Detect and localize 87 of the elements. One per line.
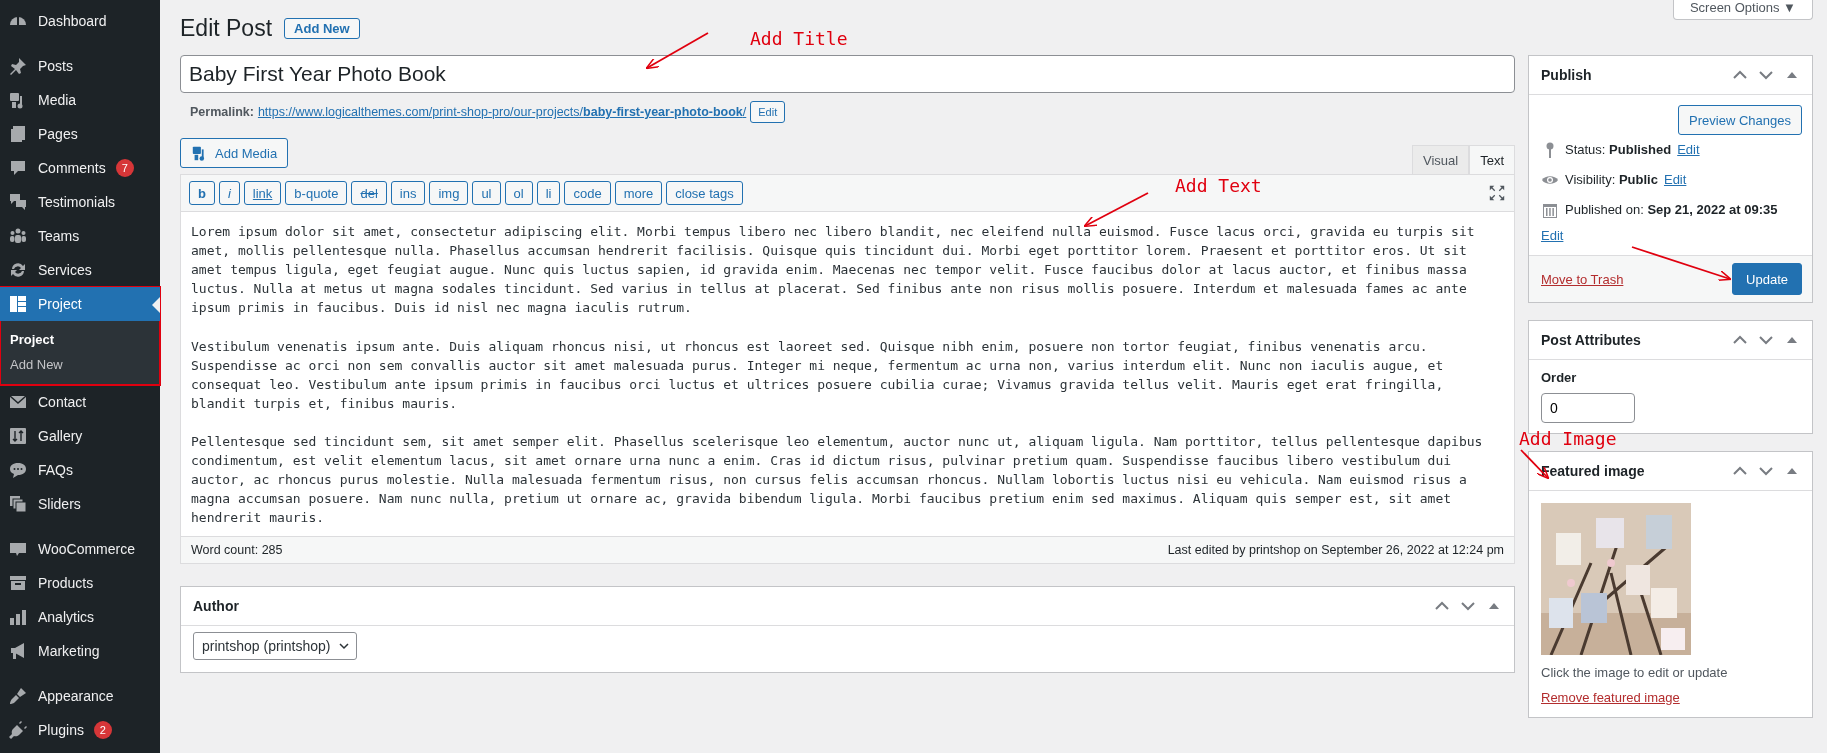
menu-item[interactable]: Dashboard [0,4,160,38]
speech-bubbles-icon [8,192,28,212]
permalink-link[interactable]: https://www.logicalthemes.com/print-shop-pro/our-projects/baby-first-year-photo-book/ [257,105,747,119]
panel-title: Author [193,597,240,614]
quicktag-button[interactable]: link [243,181,282,205]
submenu-item[interactable]: Add New [0,352,160,377]
panel-title: Publish [1541,67,1593,83]
edit-link[interactable]: Edit [1541,226,1564,246]
quicktag-button[interactable]: del [351,181,387,205]
word-count: Word count: 285 [191,542,283,557]
publish-info: Visibility: Public [1565,171,1658,189]
box-icon [8,573,28,593]
refresh-icon [8,260,28,280]
permalink-label: Permalink: [190,105,254,119]
people-icon [8,226,28,246]
chat-bubble-icon [8,460,28,480]
quicktag-button[interactable]: i [218,181,240,205]
menu-item[interactable]: Project [0,287,160,321]
brush-icon [8,686,28,706]
grid-icon [8,294,28,314]
title-field[interactable]: Baby First Year Photo Book [180,55,1515,93]
bar-chart-icon [8,607,28,627]
edit-permalink-button[interactable]: Edit [750,101,786,123]
menu-item[interactable]: Testimonials [0,185,160,219]
calendar-icon [1541,201,1559,219]
gallery-icon [8,426,28,446]
speech-bubble-icon [8,158,28,178]
pages-icon [8,124,28,144]
author-select[interactable]: printshop (printshop) [193,631,358,660]
menu-item[interactable]: Contact [0,385,160,419]
quicktag-button[interactable]: img [429,181,469,205]
plug-icon [8,720,28,740]
edit-link[interactable]: Edit [1677,140,1700,160]
move-to-trash-link[interactable]: Move to Trash [1541,271,1624,287]
quicktag-button[interactable]: ul [472,181,501,205]
menu-item[interactable]: Posts [0,49,160,83]
quicktag-button[interactable]: ins [390,181,426,205]
quicktag-button[interactable]: li [536,181,561,205]
annotation-label: Add Title [750,28,848,49]
annotation-label: Add Image [1519,428,1617,449]
menu-item[interactable]: Plugins 2 [0,713,160,747]
menu-item[interactable]: Comments 7 [0,151,160,185]
menu-item[interactable]: Products [0,566,160,600]
count-badge: 2 [93,721,112,739]
update-button[interactable]: Update [1732,263,1802,295]
quicktag-button[interactable]: b-quote [285,181,348,205]
annotation-arrow [1083,192,1149,228]
publish-info: Published on: Sep 21, 2022 at 09:35 [1565,201,1778,219]
menu-item[interactable]: Services [0,253,160,287]
menu-item[interactable]: Pages [0,117,160,151]
order-field[interactable]: 0 [1541,393,1635,423]
preview-changes-button[interactable]: Preview Changes [1678,105,1802,135]
quicktag-button[interactable]: close tags [666,181,743,205]
last-edited-text: Last edited by printshop on September 26, 2022 at 12:24 pm [1167,542,1504,557]
add-new-button[interactable]: Add New [284,17,360,39]
submenu-item[interactable]: Project [0,327,160,352]
editor-tab[interactable]: Visual [1411,145,1470,174]
count-badge: 7 [115,159,134,177]
menu-item[interactable]: WooCommerce [0,532,160,566]
menu-item[interactable]: Marketing [0,634,160,668]
screen-options-button[interactable]: Screen Options ▼ [1672,0,1813,20]
slides-icon [8,494,28,514]
add-media-button[interactable]: Add Media [180,138,289,168]
menu-item[interactable]: Appearance [0,679,160,713]
menu-item[interactable]: Media [0,83,160,117]
edit-link[interactable]: Edit [1663,170,1687,190]
page-title: Edit Post [180,14,273,42]
menu-item[interactable]: Gallery [0,419,160,453]
quicktag-button[interactable]: b [189,181,215,205]
editor-tab[interactable]: Text [1469,145,1515,174]
quicktag-button[interactable]: ol [504,181,533,205]
menu-item[interactable]: Analytics [0,600,160,634]
quicktag-button[interactable]: more [614,181,663,205]
order-label: Order [1541,370,1578,385]
menu-item[interactable]: Sliders [0,487,160,521]
publish-info: Status: Published [1565,141,1672,159]
panel-title: Post Attributes [1541,332,1642,348]
remove-featured-image-link[interactable]: Remove featured image [1541,690,1680,705]
annotation-arrow [645,32,709,70]
fullscreen-icon[interactable] [1488,184,1506,202]
quicktag-button[interactable]: code [564,181,611,205]
annotation-label: Add Text [1175,175,1262,196]
content-textarea[interactable]: Lorem ipsum dolor sit amet, consectetur adipiscing elit. Morbi tempus libero nec libero blandit, nec eleifend nulla euismod. Fusce lacus orci, gravida eu turpis sit amet, mollis pellentesque nulla. Phasellus accumsan hendrerit facilisis. Quisque quis tincidunt dui. Morbi eget porttitor lorem. Praesent et porttitor eros. Ut sit amet tempus ligula, eget feugiat augue. Nunc quis luctus sapien, id gravida enim. Maecenas nec tempor velit. Fusce faucibus dolor at lacus auctor, et finibus massa luctus. Nulla at metus ut magna sodales tincidunt. Sed varius in tellus at placerat. Sed finibus ante non risus mollis posuere. Interdum et malesuada fames ac ante ipsum primis in faucibus. Duis id nisl nec magna iaculis rutrum. Vestibulum venenatis ipsum ante. Duis aliquam rhoncus nisi, ut rhoncus est laoreet sed. Quisque nibh enim, posuere non tortor feugiat, finibus venenatis arcu. Suspendisse ac orci non sem convallis auctor sit amet malesuada purus. Integer mi neque, fermentum ac urna non, varius interdum elit. Nunc non iaculis augue, et consequat leo. Vestibulum ante ipsum primis in faucibus orci luctus et ultrices posuere cubilia curae; Vivamus gravida tellus velit. Mauris eget erat fringilla, blandit turpis et, finibus mauris. Pellentesque sed tincidunt sem, sit amet semper elit. Phasellus scelerisque leo elementum, auctor nunc ut, aliquam ligula. Nam porttitor, tellus pellentesque dapibus condimentum, est velit elementum lacus, sit amet ornare urna nunc a enim. Cras id dictum risus, pulvinar pretium quam. Suspendisse faucibus libero vestibulum dui auctor, ac rhoncus purus molestie. Nulla malesuada fermentum risus, non cursus felis accumsan rhoncus. Nullam lobortis luctus nisi eu vehicula. Nam euismod risus a magna accumsan posuere. Nam nunc nulla, pretium ut ornare ac, gravida bibendum ligula. Morbi faucibus pretium enim sed maximus. Aliquam quis semper est, sit amet hendrerit mauris. [181,212,1514,536]
pin-icon [8,56,28,76]
featured-image-hint: Click the image to edit or update [1541,665,1729,680]
menu-item[interactable]: Teams [0,219,160,253]
menu-item[interactable]: FAQs [0,453,160,487]
